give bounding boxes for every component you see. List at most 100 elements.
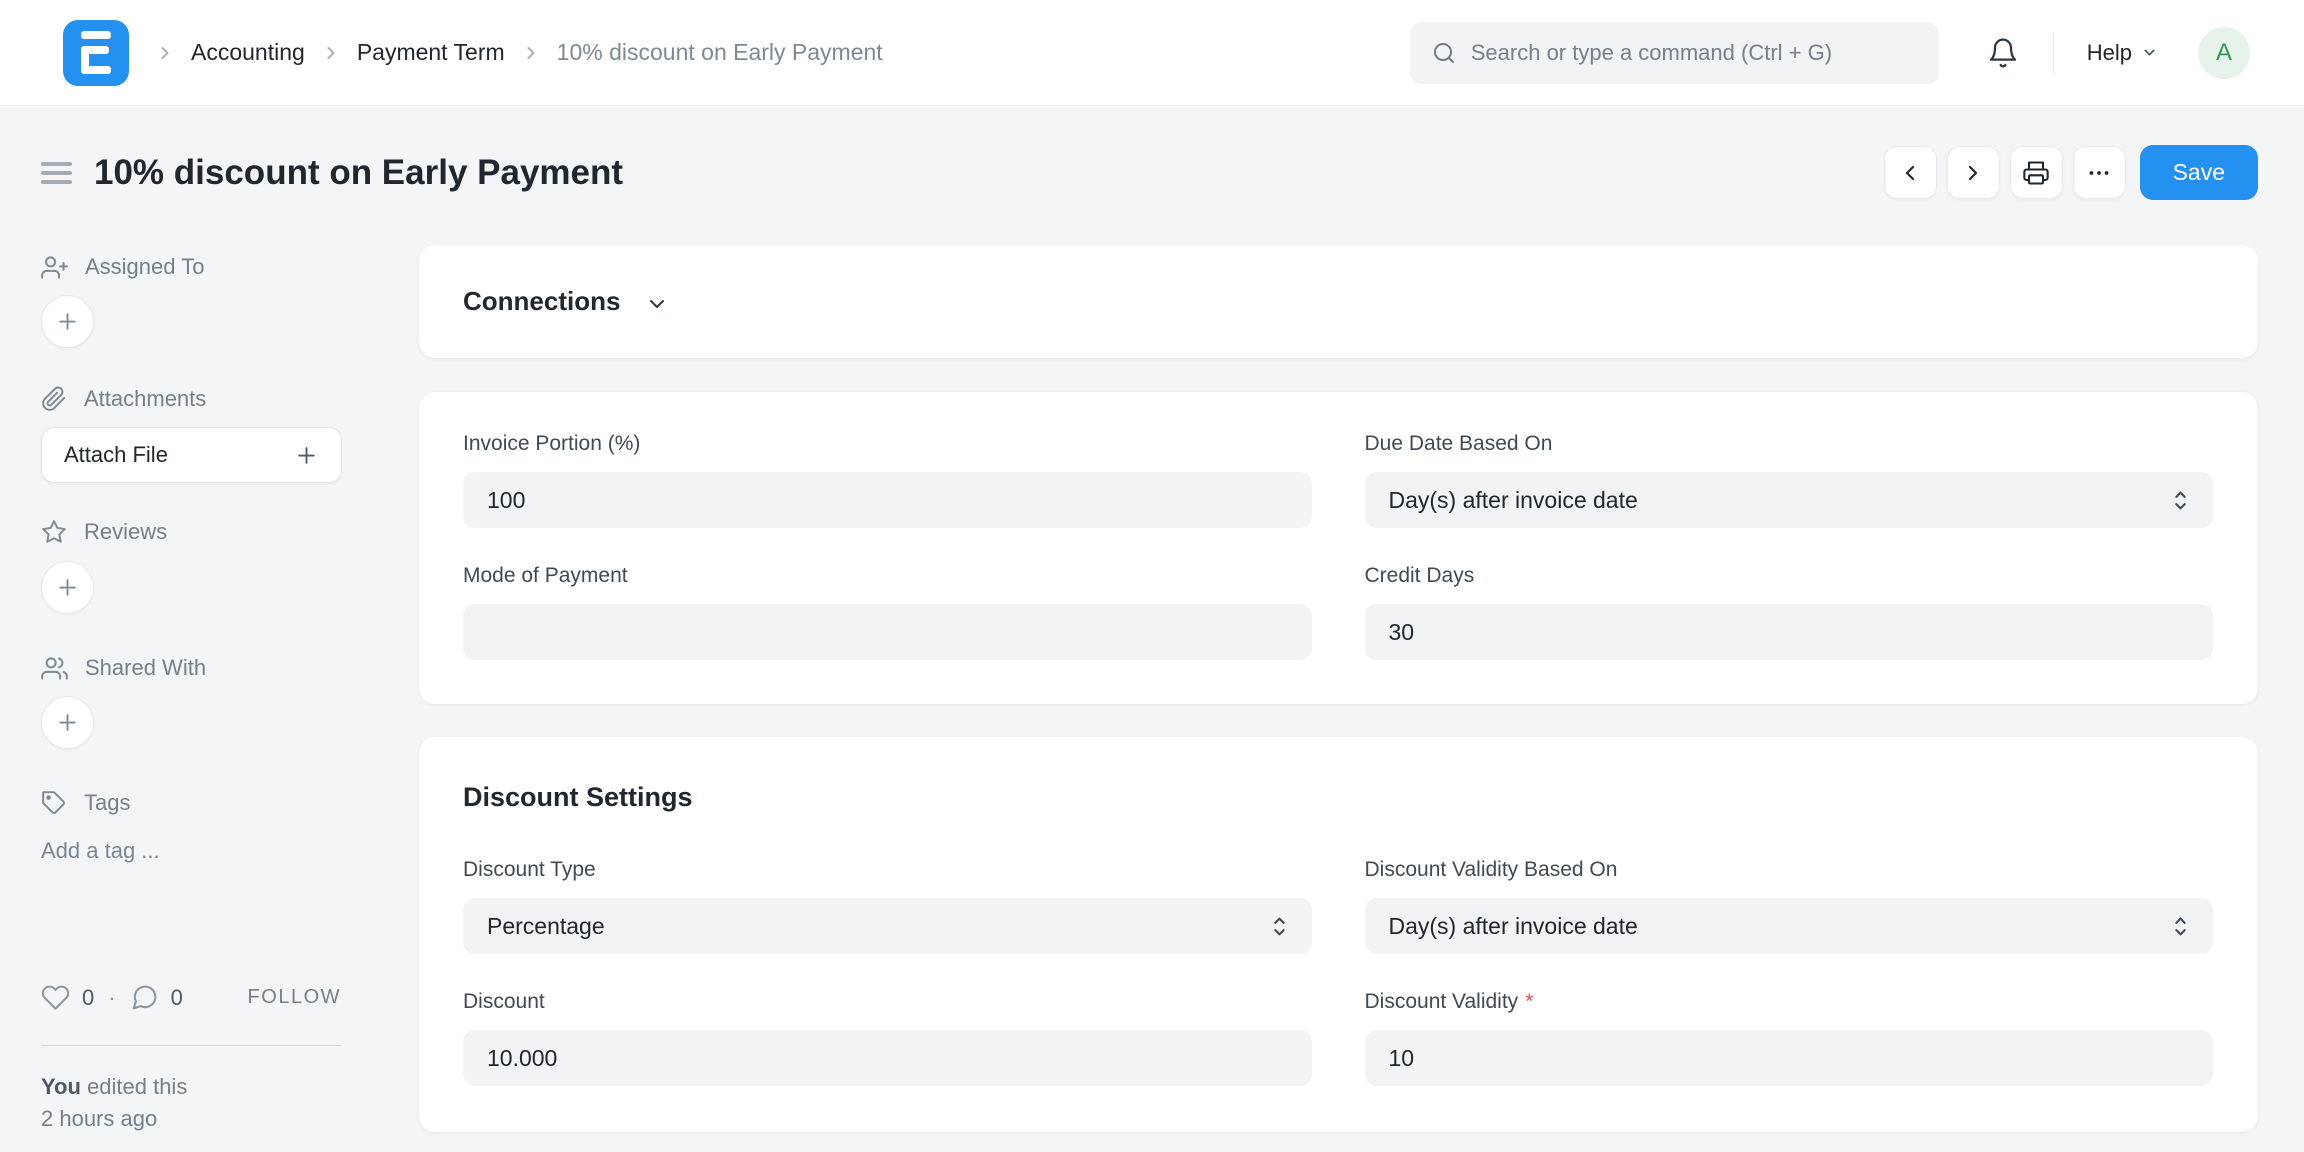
shared-with-label: Shared With [85,655,206,681]
app-logo-icon[interactable] [63,20,129,86]
chevron-right-icon [321,43,341,63]
notifications-button[interactable] [1987,37,2019,69]
invoice-portion-input[interactable] [487,487,1288,514]
payment-terms-section: Invoice Portion (%) Due Date Based On Da… [419,392,2258,704]
print-button[interactable] [2010,146,2063,199]
next-document-button[interactable] [1947,146,2000,199]
search-icon [1432,41,1456,65]
navbar: Accounting Payment Term 10% discount on … [0,0,2304,106]
discount-validity-input[interactable] [1389,1045,2190,1072]
global-search[interactable] [1410,22,1939,84]
sidebar-section-tags: Tags [41,788,419,818]
tags-label: Tags [84,790,130,816]
attachments-label: Attachments [84,386,206,412]
user-plus-icon [41,254,68,281]
chevron-right-icon [1961,161,1985,185]
field-discount-validity: Discount Validity* [1365,990,2214,1086]
page-header: 10% discount on Early Payment Save [41,106,2258,199]
add-review-button[interactable] [41,561,94,614]
tag-icon [41,790,67,816]
discount-type-value: Percentage [487,913,605,940]
discount-settings-title: Discount Settings [463,782,2213,813]
discount-control [463,1030,1312,1086]
attach-file-label: Attach File [64,442,168,468]
more-options-button[interactable] [2073,146,2126,199]
breadcrumb-item-current: 10% discount on Early Payment [557,39,883,66]
connections-section[interactable]: Connections [419,245,2258,358]
field-discount-validity-based-on: Discount Validity Based On Day(s) after … [1365,858,2214,954]
paperclip-icon [41,386,67,412]
plus-icon [55,710,80,735]
comments-counter[interactable]: 0 [130,983,183,1012]
attach-file-button[interactable]: Attach File [41,427,342,483]
discount-type-select[interactable]: Percentage [463,898,1312,954]
comment-icon [130,983,159,1012]
follow-button[interactable]: FOLLOW [248,986,341,1009]
discount-type-label: Discount Type [463,858,1312,882]
discount-validity-based-on-select[interactable]: Day(s) after invoice date [1365,898,2214,954]
invoice-portion-control [463,472,1312,528]
field-discount: Discount [463,990,1312,1086]
credit-days-input[interactable] [1389,619,2190,646]
assigned-to-label: Assigned To [85,254,204,280]
sidebar-section-assigned-to: Assigned To [41,252,419,282]
field-invoice-portion: Invoice Portion (%) [463,432,1312,528]
comments-count: 0 [171,985,183,1011]
required-asterisk: * [1525,990,1533,1013]
select-arrows-icon [1271,915,1288,938]
breadcrumb-item-accounting[interactable]: Accounting [191,39,305,66]
edited-time: 2 hours ago [41,1103,419,1135]
chevron-right-icon [155,43,175,63]
printer-icon [2022,159,2050,187]
breadcrumb: Accounting Payment Term 10% discount on … [155,39,883,66]
help-label: Help [2087,40,2132,66]
discount-validity-based-on-value: Day(s) after invoice date [1389,913,1638,940]
navbar-divider [2053,32,2054,74]
discount-validity-label: Discount Validity* [1365,990,2214,1014]
mode-of-payment-control [463,604,1312,660]
plus-icon [294,443,319,468]
search-input[interactable] [1471,40,1917,66]
discount-settings-section: Discount Settings Discount Type Percenta… [419,737,2258,1132]
page-body: Assigned To Attachments Attach File Revi… [41,199,2258,1135]
mode-of-payment-input[interactable] [487,619,1288,646]
discount-label: Discount [463,990,1312,1014]
field-mode-of-payment: Mode of Payment [463,564,1312,660]
credit-days-control [1365,604,2214,660]
form-area: Connections Invoice Portion (%) Due Date… [419,199,2258,1135]
due-date-based-on-select[interactable]: Day(s) after invoice date [1365,472,2214,528]
heart-icon [41,983,70,1012]
invoice-portion-label: Invoice Portion (%) [463,432,1312,456]
reviews-label: Reviews [84,519,167,545]
bell-icon [1987,37,2019,69]
prev-document-button[interactable] [1884,146,1937,199]
help-menu[interactable]: Help [2087,40,2158,66]
chevron-right-icon [521,43,541,63]
star-icon [41,519,67,545]
add-tag-input[interactable]: Add a tag ... [41,838,419,864]
field-credit-days: Credit Days [1365,564,2214,660]
add-assignment-button[interactable] [41,295,94,348]
plus-icon [55,575,80,600]
connections-title: Connections [463,286,620,317]
user-avatar[interactable]: A [2198,27,2250,79]
discount-input[interactable] [487,1045,1288,1072]
users-icon [41,655,68,682]
sidebar-footer: 0 · 0 FOLLOW [41,983,341,1012]
field-due-date-based-on: Due Date Based On Day(s) after invoice d… [1365,432,2214,528]
chevron-down-icon [645,292,669,316]
share-button[interactable] [41,696,94,749]
ellipsis-icon [2086,160,2112,186]
edited-by: You [41,1074,81,1099]
menu-icon[interactable] [41,153,72,193]
likes-counter[interactable]: 0 [41,983,94,1012]
breadcrumb-item-payment-term[interactable]: Payment Term [357,39,505,66]
mode-of-payment-label: Mode of Payment [463,564,1312,588]
save-button[interactable]: Save [2140,145,2258,200]
sidebar-divider [41,1045,341,1046]
due-date-based-on-value: Day(s) after invoice date [1389,487,1638,514]
likes-count: 0 [82,985,94,1011]
sidebar-section-reviews: Reviews [41,517,419,547]
edit-history: You edited this 2 hours ago [41,1071,419,1135]
field-discount-type: Discount Type Percentage [463,858,1312,954]
